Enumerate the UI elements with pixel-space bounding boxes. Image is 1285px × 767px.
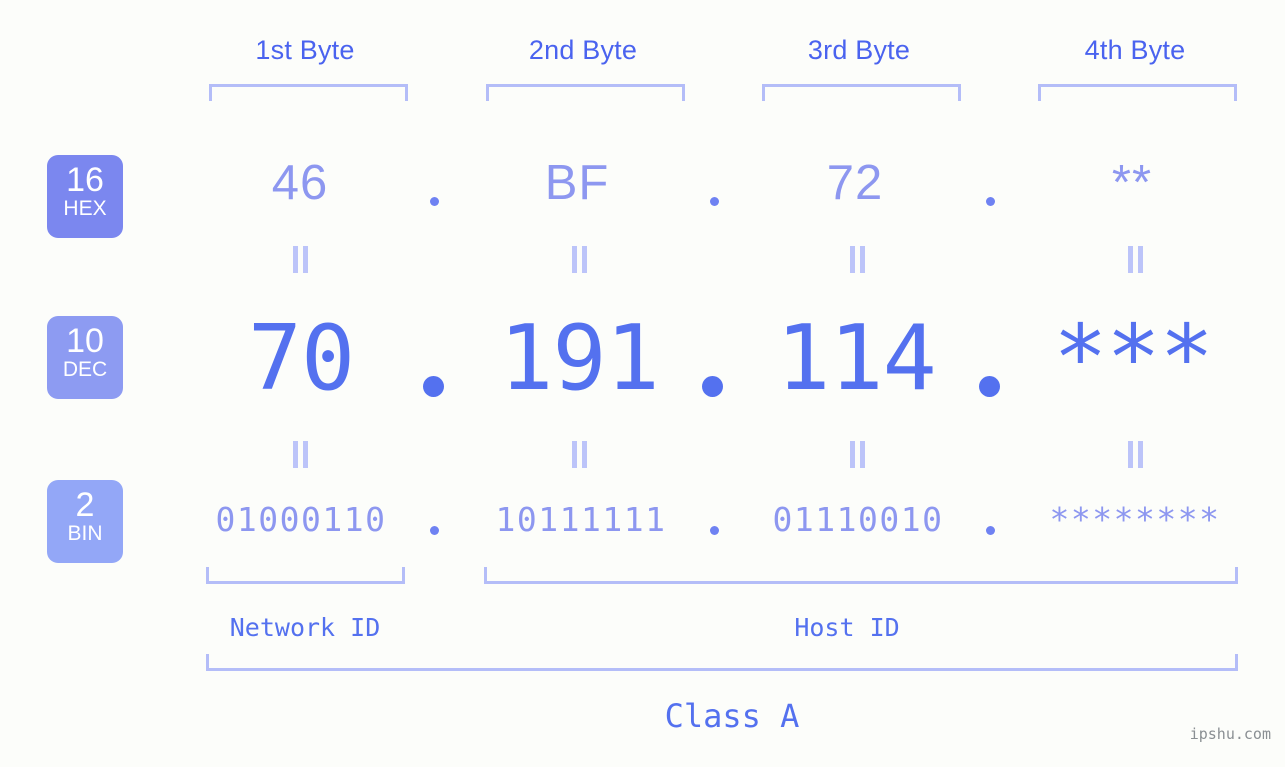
hex-octet-2: BF — [544, 156, 610, 210]
byte-bracket-3 — [762, 84, 961, 101]
bin-separator-1 — [430, 526, 439, 535]
byte-bracket-1 — [209, 84, 408, 101]
base-badge-bin-abbr: BIN — [67, 522, 103, 545]
byte-header-3: 3rd Byte — [807, 35, 911, 65]
byte-header-1: 1st Byte — [255, 35, 355, 65]
equality-mark-hex-dec-4 — [1128, 246, 1144, 273]
dec-octet-2: 191 — [499, 306, 660, 411]
bin-separator-2 — [710, 526, 719, 535]
host-id-bracket — [484, 567, 1238, 584]
ip-breakdown-diagram: 1st Byte 2nd Byte 3rd Byte 4th Byte 16 H… — [0, 0, 1285, 767]
byte-header-4: 4th Byte — [1084, 35, 1186, 65]
base-badge-dec-number: 10 — [66, 322, 104, 360]
equality-mark-hex-dec-3 — [850, 246, 866, 273]
network-id-label: Network ID — [229, 613, 381, 642]
equality-mark-hex-dec-1 — [293, 246, 309, 273]
bin-octet-3: 01110010 — [772, 500, 944, 539]
class-label: Class A — [664, 697, 800, 735]
class-bracket — [206, 654, 1238, 671]
dec-separator-2 — [702, 376, 723, 397]
byte-bracket-2 — [486, 84, 685, 101]
network-id-bracket — [206, 567, 405, 584]
bin-separator-3 — [986, 526, 995, 535]
dec-octet-4: *** — [1053, 306, 1214, 411]
bin-octet-2: 10111111 — [495, 500, 667, 539]
byte-header-2: 2nd Byte — [528, 35, 638, 65]
hex-separator-3 — [986, 197, 995, 206]
bin-octet-1: 01000110 — [215, 500, 387, 539]
base-badge-bin-number: 2 — [75, 486, 95, 524]
dec-octet-3: 114 — [776, 306, 937, 411]
hex-octet-1: 46 — [271, 156, 329, 210]
hex-separator-1 — [430, 197, 439, 206]
equality-mark-hex-dec-2 — [572, 246, 588, 273]
site-watermark: ipshu.com — [1189, 725, 1271, 743]
equality-mark-dec-bin-3 — [850, 441, 866, 468]
equality-mark-dec-bin-1 — [293, 441, 309, 468]
host-id-label: Host ID — [794, 613, 900, 642]
base-badge-hex: 16 HEX — [47, 155, 123, 238]
bin-octet-4: ******** — [1049, 500, 1221, 539]
base-badge-hex-abbr: HEX — [63, 197, 107, 220]
base-badge-dec-abbr: DEC — [62, 358, 108, 381]
hex-octet-3: 72 — [826, 156, 884, 210]
equality-mark-dec-bin-2 — [572, 441, 588, 468]
hex-octet-4: ** — [1111, 156, 1153, 210]
equality-mark-dec-bin-4 — [1128, 441, 1144, 468]
base-badge-hex-number: 16 — [66, 161, 104, 199]
dec-separator-3 — [979, 376, 1000, 397]
dec-separator-1 — [423, 376, 444, 397]
base-badge-dec: 10 DEC — [47, 316, 123, 399]
byte-bracket-4 — [1038, 84, 1237, 101]
hex-separator-2 — [710, 197, 719, 206]
dec-octet-1: 70 — [247, 306, 355, 411]
base-badge-bin: 2 BIN — [47, 480, 123, 563]
